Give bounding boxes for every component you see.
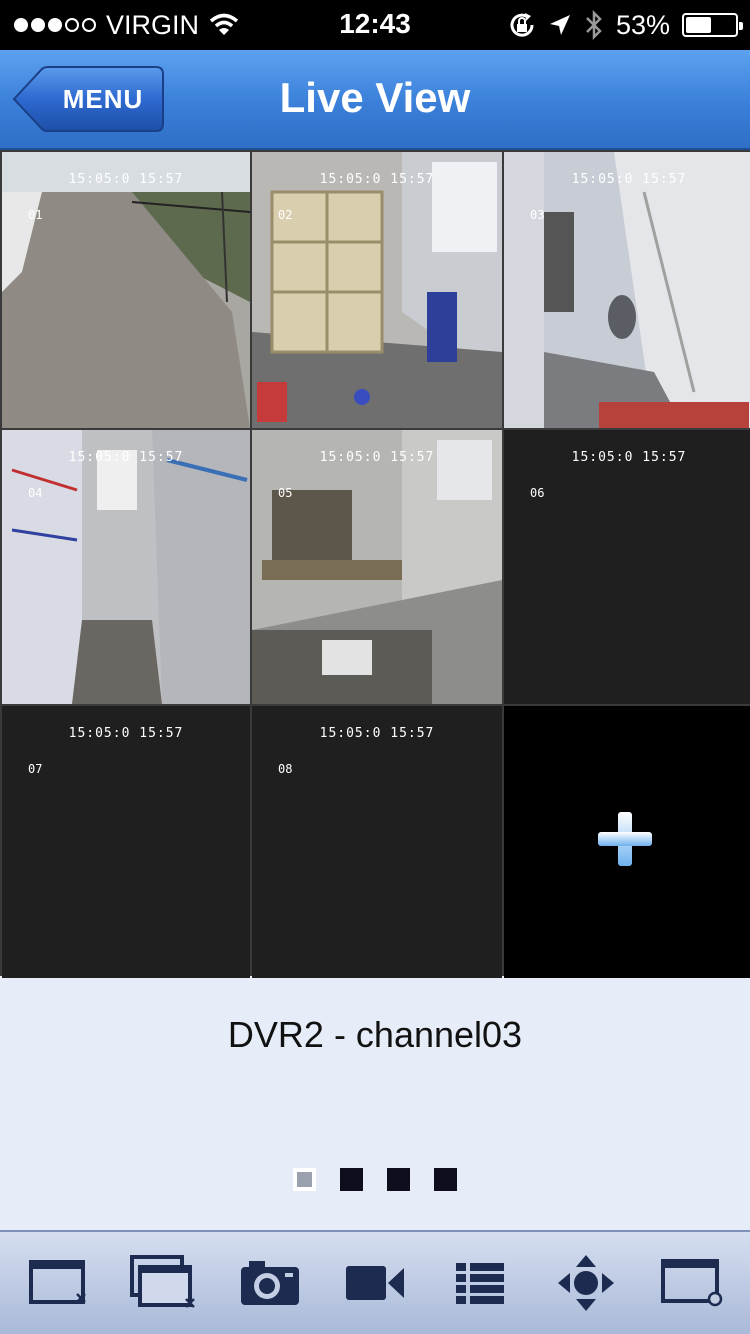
camera-channel-label: 06: [530, 486, 545, 500]
camera-tile-2[interactable]: 15:05:0 15:57 02: [252, 152, 502, 428]
camera-tile-5[interactable]: 15:05:0 15:57 05: [252, 430, 502, 704]
page-dot-1[interactable]: [293, 1168, 316, 1191]
camera-feed-5: [252, 430, 502, 704]
rotation-lock-icon: [510, 13, 534, 37]
window-settings-button[interactable]: [651, 1243, 731, 1323]
camera-tile-6[interactable]: 15:05:0 15:57 06: [504, 430, 750, 704]
location-icon: [549, 15, 570, 35]
nav-bar: MENU Live View: [0, 50, 750, 150]
add-channel-tile[interactable]: [504, 706, 750, 982]
camera-timestamp: 15:05:0 15:57: [571, 172, 687, 187]
plus-icon: [598, 812, 652, 866]
camera-channel-label: 08: [278, 762, 293, 776]
bluetooth-icon: [586, 10, 602, 40]
page-dot-3[interactable]: [387, 1168, 410, 1191]
snapshot-icon: [240, 1261, 299, 1305]
window-settings-icon: [661, 1259, 723, 1307]
camera-timestamp: 15:05:0 15:57: [319, 450, 435, 465]
close-channel-button[interactable]: [19, 1243, 99, 1323]
record-icon: [345, 1266, 404, 1300]
camera-feed-1: [2, 152, 250, 428]
camera-channel-label: 07: [28, 762, 43, 776]
ptz-icon: [557, 1255, 614, 1311]
camera-tile-8[interactable]: 15:05:0 15:57 08: [252, 706, 502, 982]
camera-timestamp: 15:05:0 15:57: [319, 172, 435, 187]
channel-list-button[interactable]: [440, 1243, 520, 1323]
close-channel-icon: [28, 1260, 86, 1304]
page-dot-2[interactable]: [340, 1168, 363, 1191]
selected-channel-name: DVR2 - channel03: [227, 1014, 523, 1055]
camera-channel-label: 04: [28, 486, 43, 500]
camera-timestamp: 15:05:0 15:57: [68, 172, 184, 187]
battery-level: [686, 17, 711, 33]
camera-timestamp: 15:05:0 15:57: [319, 726, 435, 741]
camera-feed-3: [504, 152, 750, 428]
camera-timestamp: 15:05:0 15:57: [571, 450, 687, 465]
record-button[interactable]: [335, 1243, 415, 1323]
camera-grid: 15:05:0 15:57 01 15:05:0 15:57 02 15:05:…: [0, 150, 750, 982]
camera-channel-label: 03: [530, 208, 545, 222]
camera-tile-3[interactable]: 15:05:0 15:57 03: [504, 152, 750, 428]
status-bar: VIRGIN 12:43 53%: [0, 0, 750, 50]
close-all-button[interactable]: [124, 1243, 204, 1323]
battery-icon: [682, 13, 743, 37]
camera-timestamp: 15:05:0 15:57: [68, 726, 184, 741]
camera-tile-4[interactable]: 15:05:0 15:57 04: [2, 430, 250, 704]
camera-feed-2: [252, 152, 502, 428]
camera-tile-1[interactable]: 15:05:0 15:57 01: [2, 152, 250, 428]
camera-timestamp: 15:05:0 15:57: [68, 450, 184, 465]
channel-info-panel: DVR2 - channel03: [0, 978, 750, 1230]
camera-tile-7[interactable]: 15:05:0 15:57 07: [2, 706, 250, 982]
camera-channel-label: 02: [278, 208, 293, 222]
page-indicator: [0, 1168, 750, 1191]
snapshot-button[interactable]: [230, 1243, 310, 1323]
camera-channel-label: 05: [278, 486, 293, 500]
battery-percent: 53%: [615, 9, 670, 40]
close-all-icon: [130, 1255, 196, 1308]
page-title: Live View: [279, 74, 471, 121]
bottom-toolbar: [0, 1230, 750, 1334]
camera-channel-label: 01: [28, 208, 43, 222]
page-dot-4[interactable]: [434, 1168, 457, 1191]
camera-feed-4: [2, 430, 250, 704]
ptz-control-button[interactable]: [546, 1243, 626, 1323]
list-icon: [456, 1263, 505, 1304]
